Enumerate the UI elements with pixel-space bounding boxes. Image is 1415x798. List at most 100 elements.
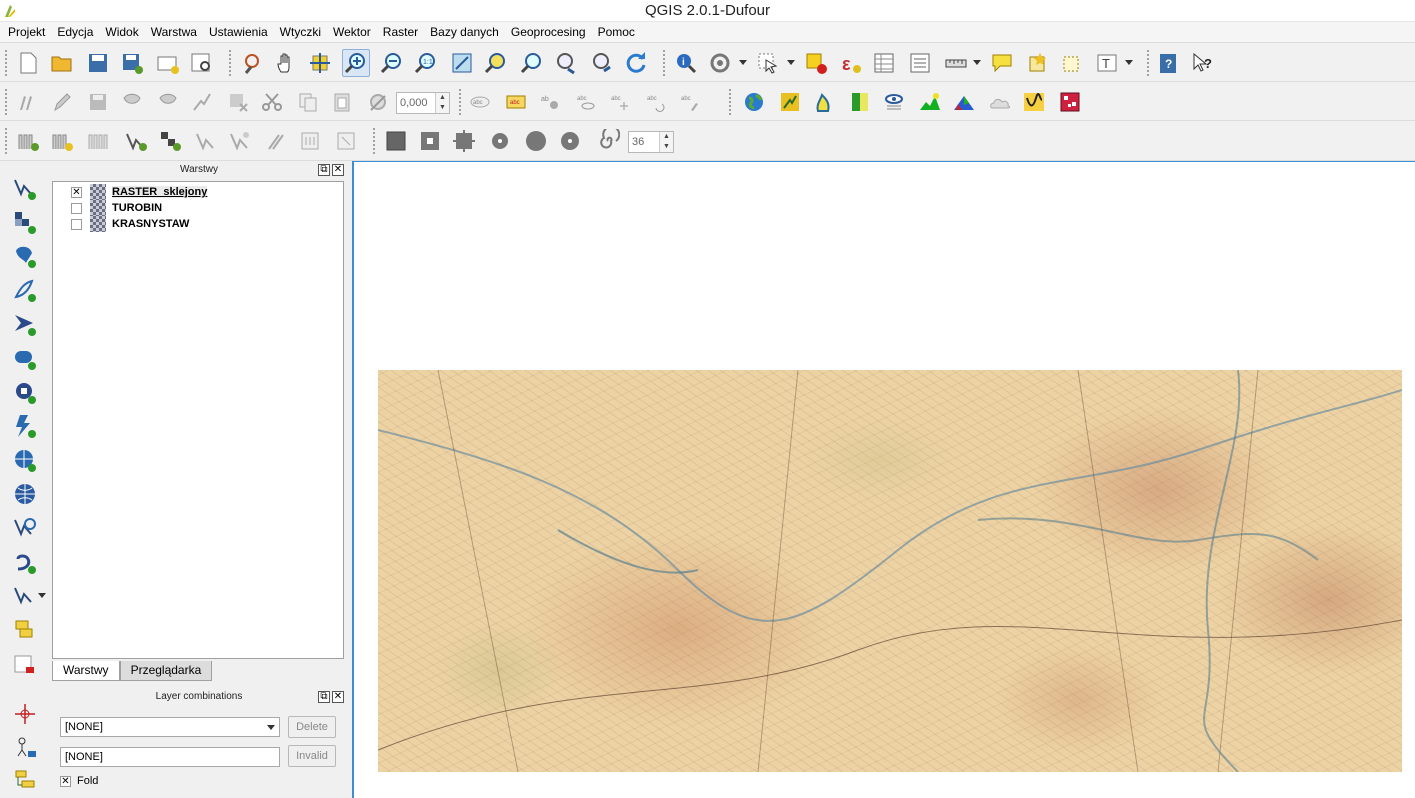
toolbar-grip[interactable] (4, 49, 8, 77)
move-label-icon[interactable]: abc (606, 88, 634, 116)
zoom-actual-size-icon[interactable]: 1:1 (412, 49, 440, 77)
delete-part-icon[interactable] (522, 127, 550, 155)
add-wcs-layer-icon[interactable] (10, 445, 40, 475)
toolbar-grip[interactable] (4, 127, 8, 155)
spin-arrows-icon[interactable]: ▲ ▼ (435, 93, 449, 113)
menu-widok[interactable]: Widok (99, 22, 144, 43)
tab-przegladarka[interactable]: Przeglądarka (119, 661, 213, 681)
menu-warstwa[interactable]: Warstwa (145, 22, 203, 43)
crosshair-icon[interactable] (10, 699, 40, 729)
toolbar-grip[interactable] (372, 127, 376, 155)
menu-ustawienia[interactable]: Ustawienia (203, 22, 274, 43)
open-project-icon[interactable] (48, 49, 76, 77)
measure-line-icon[interactable] (942, 49, 970, 77)
menu-pomoc[interactable]: Pomoc (592, 22, 641, 43)
delete-button[interactable]: Delete (288, 716, 336, 738)
combination-select[interactable]: [NONE] (60, 717, 280, 737)
chevron-down-icon[interactable] (973, 60, 981, 65)
layer-tree[interactable]: ✕ RASTER_sklejony TUROBIN KRASNYSTAW (52, 181, 344, 659)
rotate-point-symbols-icon[interactable] (364, 88, 392, 116)
add-postgis-layer-icon[interactable] (10, 241, 40, 271)
new-print-composer-icon[interactable] (154, 49, 182, 77)
pan-to-selection-icon[interactable] (306, 49, 334, 77)
change-label-icon[interactable]: abc (676, 88, 704, 116)
layer-visibility-checkbox[interactable] (71, 202, 82, 214)
fold-option[interactable]: ✕ Fold (60, 775, 98, 787)
layer-name[interactable]: KRASNYSTAW (112, 218, 189, 230)
remove-layer-icon[interactable] (10, 651, 40, 681)
map-tips-icon[interactable] (988, 49, 1016, 77)
layer-visibility-checkbox[interactable]: ✕ (71, 186, 82, 198)
menu-raster[interactable]: Raster (377, 22, 424, 43)
show-hide-labels-icon[interactable]: abc (572, 88, 600, 116)
delete-selected-icon[interactable] (224, 88, 252, 116)
georeferencer-icon[interactable] (776, 88, 804, 116)
highlight-pinned-labels-icon[interactable]: abc (502, 88, 530, 116)
toolbar-grip[interactable] (728, 88, 732, 116)
toolbar-grip[interactable] (458, 88, 462, 116)
new-project-icon[interactable] (14, 49, 42, 77)
add-virtual-layer-icon[interactable] (10, 615, 40, 645)
tab-warstwy[interactable]: Warstwy (52, 661, 120, 681)
globe-icon[interactable] (740, 88, 768, 116)
hillshade-icon[interactable] (950, 88, 978, 116)
add-wms-layer-icon[interactable] (262, 127, 290, 155)
segments-spinbox[interactable]: 36 ▲ ▼ (628, 131, 674, 153)
touch-zoom-icon[interactable] (238, 49, 266, 77)
layer-visibility-checkbox[interactable] (71, 218, 82, 230)
select-features-icon[interactable] (754, 49, 782, 77)
close-panel-icon[interactable]: ✕ (332, 164, 344, 176)
identify-features-icon[interactable]: i (672, 49, 700, 77)
raster-calculator-icon[interactable] (846, 88, 874, 116)
add-part-icon[interactable] (450, 127, 478, 155)
add-feature-icon[interactable] (118, 88, 146, 116)
rotate-label-icon[interactable]: abc (642, 88, 670, 116)
save-layer-edits-icon[interactable] (84, 88, 112, 116)
copy-features-icon[interactable] (294, 88, 322, 116)
paste-features-icon[interactable] (328, 88, 356, 116)
rotation-value-spinbox[interactable]: 0,000 ▲ ▼ (396, 92, 450, 114)
zoom-to-layer-icon[interactable] (518, 49, 546, 77)
pin-labels-icon[interactable]: ab (536, 88, 564, 116)
map-canvas[interactable] (352, 161, 1415, 798)
node-tool-icon[interactable] (188, 88, 216, 116)
float-panel-icon[interactable]: ⧉ (318, 691, 330, 703)
slope-icon[interactable] (1020, 88, 1048, 116)
offset-curve-icon[interactable] (594, 127, 622, 155)
gps-tools-icon[interactable] (10, 733, 40, 763)
add-raster-layer-icon[interactable] (156, 127, 184, 155)
add-spatialite-layer-icon[interactable] (226, 127, 254, 155)
text-annotation-icon[interactable]: T (1094, 49, 1122, 77)
save-as-icon[interactable] (118, 49, 146, 77)
add-db2-layer-icon[interactable] (10, 377, 40, 407)
add-wcs-layer-icon[interactable] (296, 127, 324, 155)
combination-name-field[interactable]: [NONE] (60, 747, 280, 767)
add-wfs-layer-icon[interactable] (10, 479, 40, 509)
add-vector-layer-icon[interactable] (122, 127, 150, 155)
chevron-down-icon[interactable] (1125, 60, 1133, 65)
add-ring-icon[interactable] (416, 127, 444, 155)
zoom-to-selection-icon[interactable] (482, 49, 510, 77)
fill-ring-icon[interactable] (382, 127, 410, 155)
float-panel-icon[interactable]: ⧉ (318, 164, 330, 176)
add-spatialite-layer-icon[interactable] (10, 275, 40, 305)
help-contents-icon[interactable]: ? (1154, 49, 1182, 77)
layer-row-raster-sklejony[interactable]: ✕ RASTER_sklejony (61, 184, 208, 200)
add-oracle-layer-icon[interactable] (10, 343, 40, 373)
remove-layer-icon[interactable] (84, 127, 112, 155)
pan-hand-icon[interactable] (272, 49, 300, 77)
field-calculator-icon[interactable]: ε (836, 49, 864, 77)
layer-labeling-icon[interactable]: abc (466, 88, 494, 116)
layer-order-icon[interactable] (10, 765, 40, 795)
reshape-features-icon[interactable] (556, 127, 584, 155)
new-bookmark-icon[interactable] (1024, 49, 1052, 77)
add-postgis-layer-icon[interactable] (192, 127, 220, 155)
menu-geoprocesing[interactable]: Geoprocesing (505, 22, 592, 43)
chevron-down-icon[interactable] (739, 60, 747, 65)
add-delimited-text-layer-icon[interactable] (10, 513, 40, 543)
zoom-full-icon[interactable] (448, 49, 476, 77)
move-feature-icon[interactable] (154, 88, 182, 116)
toolbar-grip[interactable] (662, 49, 666, 77)
run-feature-action-icon[interactable] (706, 49, 734, 77)
add-raster-layer-icon[interactable] (10, 207, 40, 237)
